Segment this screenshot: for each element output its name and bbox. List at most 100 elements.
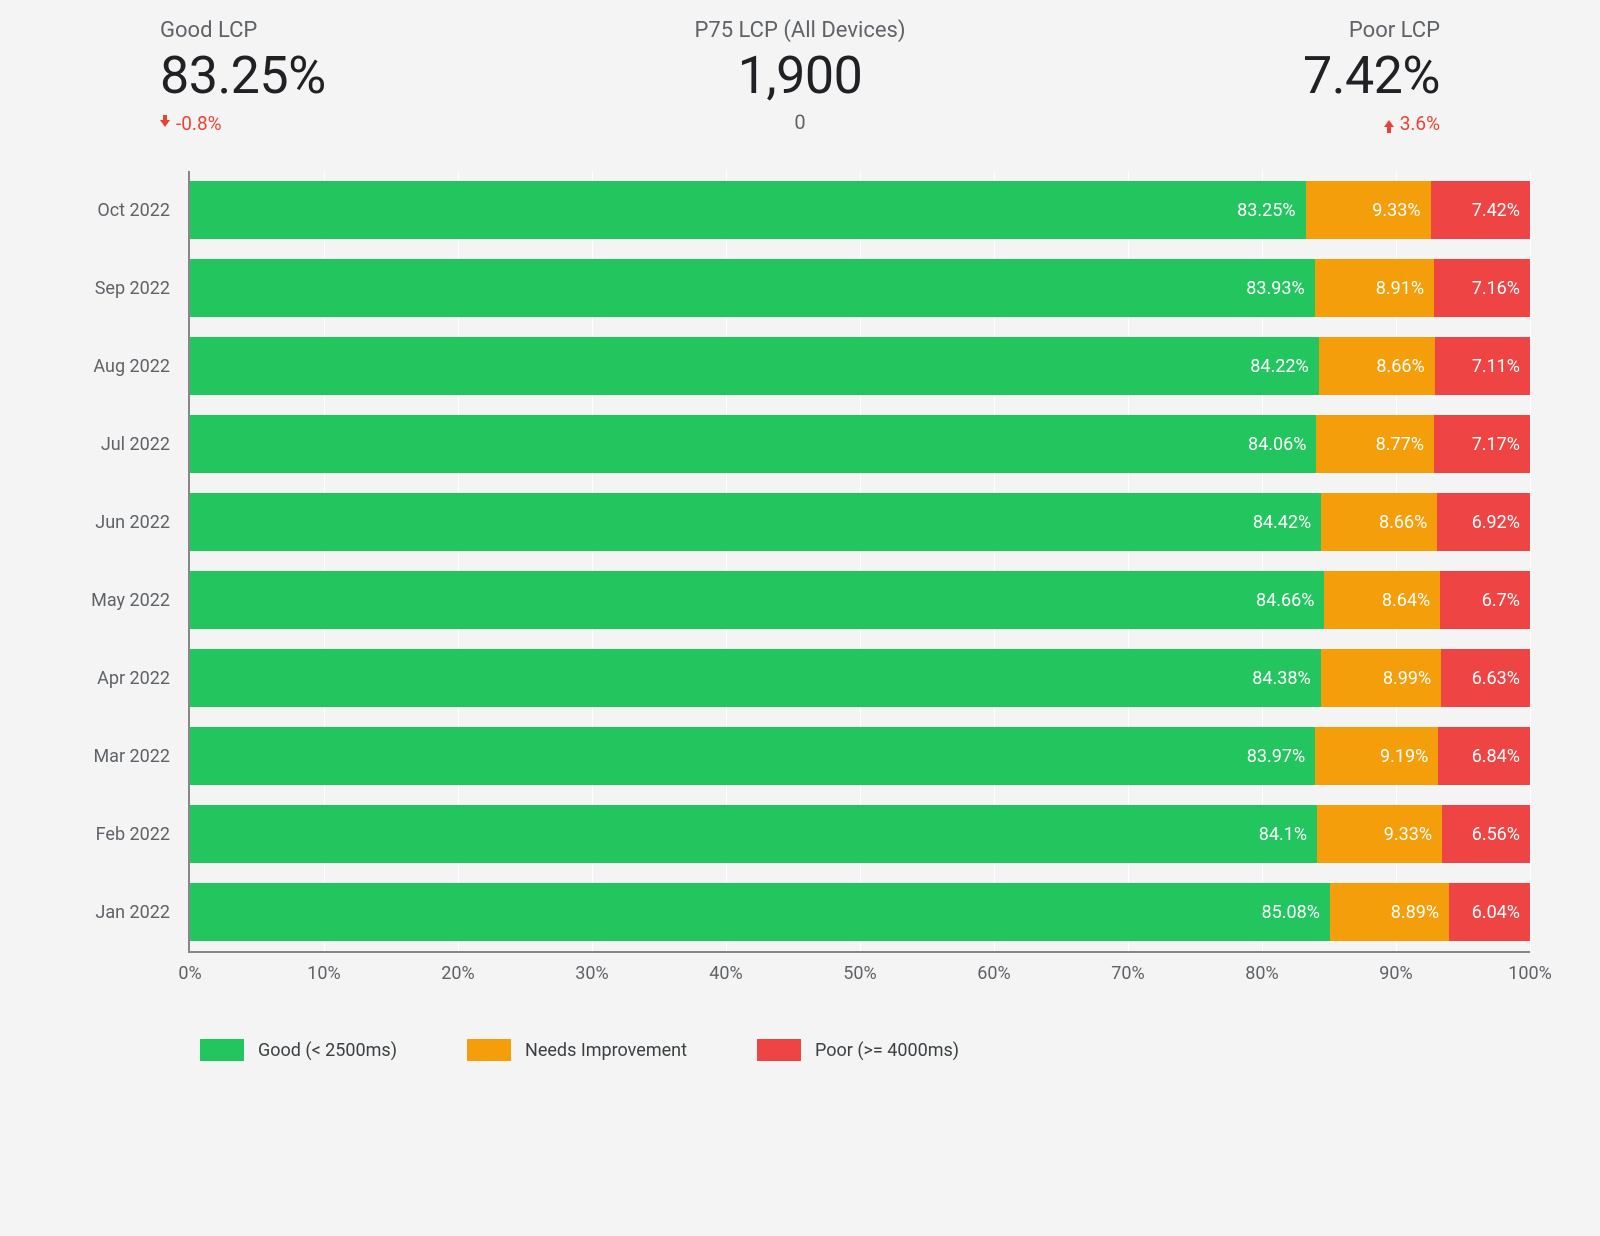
y-axis-tick-label: Jan 2022 bbox=[70, 873, 188, 951]
legend-item-poor: Poor (>= 4000ms) bbox=[757, 1039, 959, 1061]
bar-segment-needs-improvement: 9.33% bbox=[1317, 805, 1442, 863]
bar-row: 84.38%8.99%6.63% bbox=[190, 639, 1530, 717]
bar-row: 83.93%8.91%7.16% bbox=[190, 249, 1530, 327]
bar-segment-needs-improvement: 8.64% bbox=[1324, 571, 1440, 629]
bar-segment-needs-improvement: 8.77% bbox=[1316, 415, 1434, 473]
stacked-bar-chart: Oct 2022Sep 2022Aug 2022Jul 2022Jun 2022… bbox=[70, 171, 1530, 991]
bar-row: 84.06%8.77%7.17% bbox=[190, 405, 1530, 483]
y-axis-tick-label: Jun 2022 bbox=[70, 483, 188, 561]
bar-segment-good: 83.25% bbox=[190, 181, 1306, 239]
bar-row: 84.22%8.66%7.11% bbox=[190, 327, 1530, 405]
bar-segment-good: 84.06% bbox=[190, 415, 1316, 473]
x-axis-tick-label: 80% bbox=[1245, 963, 1278, 984]
bar-segment-poor: 7.16% bbox=[1434, 259, 1530, 317]
bar-segment-good: 84.66% bbox=[190, 571, 1324, 629]
arrow-up-icon bbox=[1384, 120, 1394, 127]
bar-segment-poor: 7.11% bbox=[1435, 337, 1530, 395]
kpi-value: 83.25% bbox=[160, 45, 440, 106]
bar-segment-good: 84.42% bbox=[190, 493, 1321, 551]
kpi-delta-value: -0.8% bbox=[176, 112, 222, 135]
bar-row: 83.97%9.19%6.84% bbox=[190, 717, 1530, 795]
stacked-bar: 83.93%8.91%7.16% bbox=[190, 259, 1530, 317]
stacked-bar: 84.22%8.66%7.11% bbox=[190, 337, 1530, 395]
stacked-bar: 83.25%9.33%7.42% bbox=[190, 181, 1530, 239]
kpi-delta-value: 3.6% bbox=[1400, 112, 1440, 135]
bar-segment-needs-improvement: 8.91% bbox=[1315, 259, 1434, 317]
y-axis-labels: Oct 2022Sep 2022Aug 2022Jul 2022Jun 2022… bbox=[70, 171, 190, 953]
bar-segment-needs-improvement: 8.66% bbox=[1319, 337, 1435, 395]
x-axis-tick-label: 0% bbox=[178, 963, 201, 984]
bar-row: 84.1%9.33%6.56% bbox=[190, 795, 1530, 873]
legend: Good (< 2500ms) Needs Improvement Poor (… bbox=[200, 1039, 1600, 1061]
x-axis-tick-label: 70% bbox=[1111, 963, 1144, 984]
y-axis-tick-label: Aug 2022 bbox=[70, 327, 188, 405]
kpi-p75-lcp: P75 LCP (All Devices) 1,900 0 bbox=[440, 18, 1160, 135]
x-axis-tick-label: 40% bbox=[709, 963, 742, 984]
x-axis-tick-label: 100% bbox=[1508, 963, 1552, 984]
bar-segment-needs-improvement: 8.99% bbox=[1321, 649, 1441, 707]
y-axis-tick-label: Sep 2022 bbox=[70, 249, 188, 327]
stacked-bar: 84.66%8.64%6.7% bbox=[190, 571, 1530, 629]
x-axis-tick-label: 60% bbox=[977, 963, 1010, 984]
legend-swatch-icon bbox=[200, 1039, 244, 1061]
kpi-label: P75 LCP (All Devices) bbox=[440, 18, 1160, 43]
bar-segment-poor: 6.84% bbox=[1438, 727, 1530, 785]
x-axis-tick-label: 10% bbox=[307, 963, 340, 984]
stacked-bar: 84.06%8.77%7.17% bbox=[190, 415, 1530, 473]
legend-swatch-icon bbox=[757, 1039, 801, 1061]
bar-segment-needs-improvement: 9.19% bbox=[1315, 727, 1438, 785]
bar-segment-needs-improvement: 8.66% bbox=[1321, 493, 1437, 551]
y-axis-tick-label: May 2022 bbox=[70, 561, 188, 639]
x-axis-tick-label: 20% bbox=[441, 963, 474, 984]
kpi-delta: 3.6% bbox=[1384, 112, 1440, 135]
bar-row: 84.42%8.66%6.92% bbox=[190, 483, 1530, 561]
x-axis-tick-label: 50% bbox=[843, 963, 876, 984]
legend-label: Poor (>= 4000ms) bbox=[815, 1040, 959, 1061]
x-axis: 0%10%20%30%40%50%60%70%80%90%100% bbox=[190, 963, 1530, 991]
bar-segment-good: 84.22% bbox=[190, 337, 1319, 395]
legend-swatch-icon bbox=[467, 1039, 511, 1061]
bar-segment-poor: 6.7% bbox=[1440, 571, 1530, 629]
stacked-bar: 84.42%8.66%6.92% bbox=[190, 493, 1530, 551]
kpi-poor-lcp: Poor LCP 7.42% 3.6% bbox=[1160, 18, 1440, 135]
bar-segment-good: 84.38% bbox=[190, 649, 1321, 707]
kpi-good-lcp: Good LCP 83.25% -0.8% bbox=[160, 18, 440, 135]
legend-label: Good (< 2500ms) bbox=[258, 1040, 397, 1061]
y-axis-tick-label: Oct 2022 bbox=[70, 171, 188, 249]
bar-segment-poor: 6.63% bbox=[1441, 649, 1530, 707]
kpi-value: 1,900 bbox=[440, 45, 1160, 106]
bar-segment-poor: 6.56% bbox=[1442, 805, 1530, 863]
plot-area: 83.25%9.33%7.42%83.93%8.91%7.16%84.22%8.… bbox=[190, 171, 1530, 953]
bar-segment-needs-improvement: 9.33% bbox=[1306, 181, 1431, 239]
legend-label: Needs Improvement bbox=[525, 1040, 687, 1061]
bar-segment-poor: 7.42% bbox=[1431, 181, 1530, 239]
stacked-bar: 83.97%9.19%6.84% bbox=[190, 727, 1530, 785]
bar-segment-poor: 6.92% bbox=[1437, 493, 1530, 551]
bar-segment-needs-improvement: 8.89% bbox=[1330, 883, 1449, 941]
kpi-label: Good LCP bbox=[160, 18, 440, 43]
bar-segment-good: 85.08% bbox=[190, 883, 1330, 941]
bar-segment-poor: 7.17% bbox=[1434, 415, 1530, 473]
stacked-bar: 84.38%8.99%6.63% bbox=[190, 649, 1530, 707]
bar-segment-good: 83.93% bbox=[190, 259, 1315, 317]
bar-row: 83.25%9.33%7.42% bbox=[190, 171, 1530, 249]
y-axis-tick-label: Mar 2022 bbox=[70, 717, 188, 795]
bar-row: 85.08%8.89%6.04% bbox=[190, 873, 1530, 951]
bar-segment-poor: 6.04% bbox=[1449, 883, 1530, 941]
kpi-subvalue: 0 bbox=[440, 110, 1160, 134]
legend-item-needs-improvement: Needs Improvement bbox=[467, 1039, 687, 1061]
kpi-label: Poor LCP bbox=[1160, 18, 1440, 43]
bar-segment-good: 84.1% bbox=[190, 805, 1317, 863]
x-axis-tick-label: 30% bbox=[575, 963, 608, 984]
kpi-row: Good LCP 83.25% -0.8% P75 LCP (All Devic… bbox=[0, 0, 1600, 141]
kpi-value: 7.42% bbox=[1160, 45, 1440, 106]
kpi-delta: -0.8% bbox=[160, 112, 222, 135]
x-axis-tick-label: 90% bbox=[1379, 963, 1412, 984]
stacked-bar: 84.1%9.33%6.56% bbox=[190, 805, 1530, 863]
bar-segment-good: 83.97% bbox=[190, 727, 1315, 785]
y-axis-tick-label: Apr 2022 bbox=[70, 639, 188, 717]
arrow-down-icon bbox=[160, 120, 170, 127]
gridline bbox=[1530, 171, 1531, 951]
bars-container: 83.25%9.33%7.42%83.93%8.91%7.16%84.22%8.… bbox=[190, 171, 1530, 951]
bar-row: 84.66%8.64%6.7% bbox=[190, 561, 1530, 639]
